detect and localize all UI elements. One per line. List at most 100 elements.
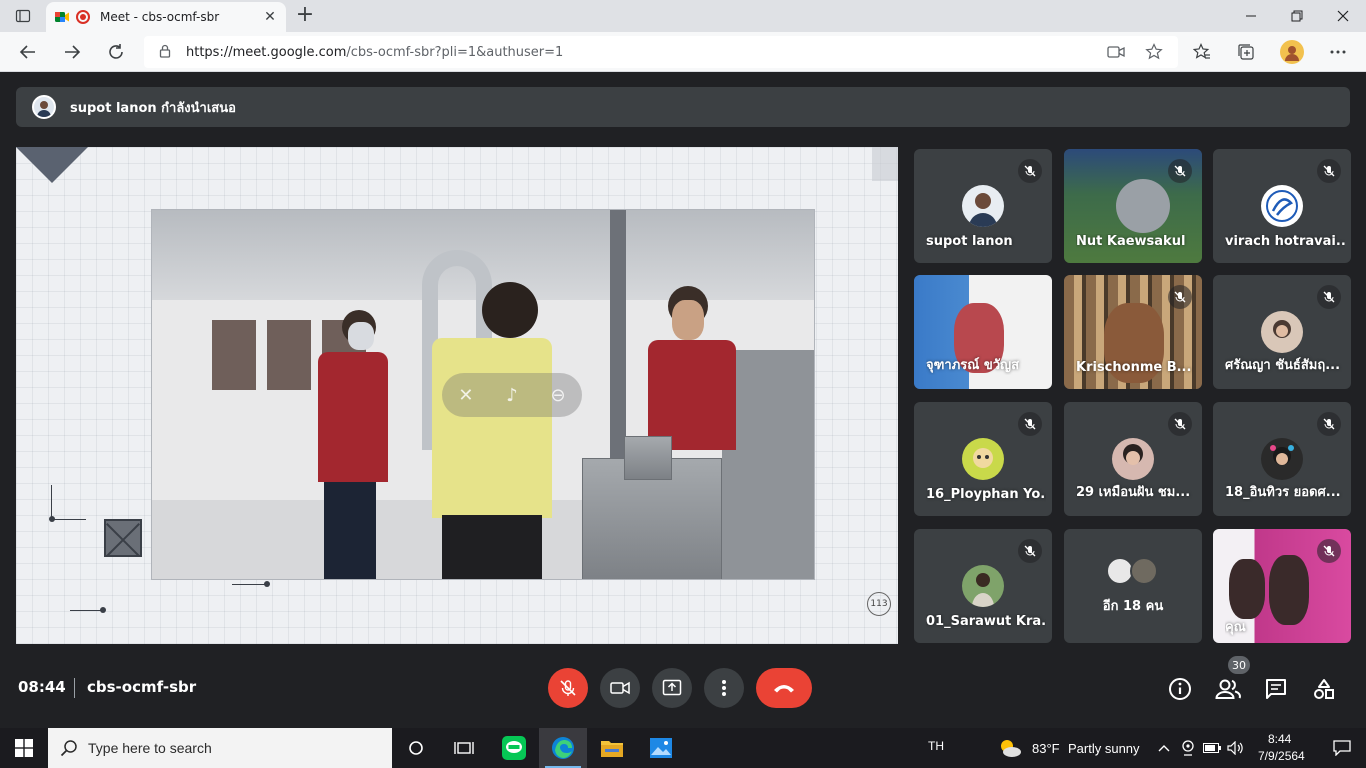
- slide-deco-line: [232, 584, 266, 585]
- meeting-separator: [74, 678, 75, 698]
- windows-logo-icon: [15, 739, 33, 757]
- participant-tile[interactable]: 16_Ployphan Yo...: [914, 402, 1052, 516]
- clock-time[interactable]: 8:44: [1268, 732, 1291, 746]
- camera-toggle-button[interactable]: [600, 668, 640, 708]
- self-name: คุณ: [1225, 620, 1246, 635]
- self-tile[interactable]: คุณ: [1213, 529, 1351, 643]
- refresh-button[interactable]: [102, 38, 130, 66]
- more-options-button[interactable]: [704, 668, 744, 708]
- participant-tile[interactable]: supot lanon: [914, 149, 1052, 263]
- activities-button[interactable]: [1311, 676, 1337, 702]
- taskbar-edge-app[interactable]: [539, 728, 587, 768]
- battery-tray-icon[interactable]: [1200, 728, 1224, 768]
- url-path: /cbs-ocmf-sbr?pli=1&authuser=1: [346, 44, 564, 60]
- cortana-icon: [409, 741, 423, 755]
- volume-icon[interactable]: ♪: [506, 385, 518, 406]
- settings-more-icon[interactable]: [1326, 40, 1350, 64]
- participant-tile[interactable]: ศรัณญา ชันธ์สัมฤ...: [1213, 275, 1351, 389]
- forward-button[interactable]: [58, 38, 86, 66]
- chat-button[interactable]: [1263, 676, 1289, 702]
- camera-in-use-icon[interactable]: [1106, 42, 1126, 62]
- speaker-icon: [1227, 741, 1243, 755]
- mic-off-icon: [1168, 285, 1192, 309]
- webcam-tray-icon[interactable]: [1176, 728, 1200, 768]
- slide-video[interactable]: ✕ ♪ ⊖: [151, 209, 815, 580]
- participants-button[interactable]: [1215, 676, 1241, 702]
- close-window-button[interactable]: [1320, 0, 1366, 32]
- participant-avatar: [962, 185, 1004, 227]
- chevron-up-icon: [1158, 745, 1170, 752]
- taskbar-photos-app[interactable]: [637, 728, 685, 768]
- presenter-avatar: [32, 95, 56, 119]
- weather-widget[interactable]: [988, 728, 1032, 768]
- unpin-icon[interactable]: ✕: [458, 385, 473, 406]
- hang-up-icon: [774, 685, 794, 693]
- restore-button[interactable]: [1274, 0, 1320, 32]
- taskbar-file-explorer[interactable]: [588, 728, 636, 768]
- mic-off-icon: [1018, 159, 1042, 183]
- participant-tile[interactable]: 29 เหมือนฝัน ชม...: [1064, 402, 1202, 516]
- more-participants-avatars: [1106, 557, 1162, 585]
- remove-icon[interactable]: ⊖: [551, 385, 566, 406]
- participant-count-badge: 30: [1228, 656, 1250, 674]
- activities-icon: [1314, 679, 1334, 699]
- participant-name: supot lanon: [926, 234, 1013, 249]
- action-center-button[interactable]: [1318, 728, 1366, 768]
- meeting-details-button[interactable]: [1167, 676, 1193, 702]
- task-view-button[interactable]: [440, 728, 488, 768]
- meeting-time: 08:44: [18, 678, 66, 696]
- back-button[interactable]: [14, 38, 42, 66]
- weather-description[interactable]: Partly sunny: [1068, 741, 1140, 756]
- google-meet-icon: [55, 12, 69, 22]
- cortana-button[interactable]: [392, 728, 440, 768]
- presenter-text: supot lanon กำลังนำเสนอ: [70, 100, 236, 116]
- browser-tab-meet[interactable]: Meet - cbs-ocmf-sbr ✕: [46, 2, 286, 32]
- windows-taskbar: Type here to search TH 83°F Partly sunny…: [0, 728, 1366, 768]
- clock-date[interactable]: 7/9/2564: [1258, 749, 1305, 763]
- mic-off-icon: [1317, 159, 1341, 183]
- url-text[interactable]: https://meet.google.com/cbs-ocmf-sbr?pli…: [186, 45, 563, 60]
- taskbar-search-box[interactable]: Type here to search: [48, 728, 392, 768]
- leave-call-button[interactable]: [756, 668, 812, 708]
- add-favorite-icon[interactable]: [1144, 42, 1164, 62]
- collections-icon[interactable]: [1234, 40, 1258, 64]
- show-hidden-icons-button[interactable]: [1152, 728, 1176, 768]
- slide-corner-decoration: [16, 147, 88, 183]
- self-face: [1229, 559, 1265, 619]
- camera-icon: [610, 681, 630, 695]
- presentation-stage[interactable]: ✕ ♪ ⊖ 113: [16, 147, 898, 644]
- participant-name: Krischonme B...: [1076, 360, 1192, 375]
- taskbar-line-app[interactable]: [490, 728, 538, 768]
- start-button[interactable]: [0, 728, 48, 768]
- volume-tray-icon[interactable]: [1224, 728, 1248, 768]
- tab-close-icon[interactable]: ✕: [262, 9, 278, 25]
- mic-toggle-button[interactable]: [548, 668, 588, 708]
- slide-deco-line: [52, 519, 86, 520]
- task-view-icon: [454, 742, 474, 754]
- participant-name: 29 เหมือนฝัน ชม...: [1076, 485, 1191, 500]
- participant-tile[interactable]: Nut Kaewsakul: [1064, 149, 1202, 263]
- more-vert-icon: [722, 680, 726, 696]
- profile-avatar-icon[interactable]: [1280, 40, 1304, 64]
- more-participants-tile[interactable]: อีก 18 คน: [1064, 529, 1202, 643]
- mic-off-icon: [1168, 159, 1192, 183]
- input-language[interactable]: TH: [928, 739, 944, 753]
- favorites-icon[interactable]: [1190, 40, 1214, 64]
- participant-tile[interactable]: 18_อินทิวร ยอดศ...: [1213, 402, 1351, 516]
- slide-deco-dot: [100, 607, 106, 613]
- tab-actions-icon[interactable]: [8, 4, 38, 28]
- weather-temperature[interactable]: 83°F: [1032, 741, 1060, 756]
- present-now-button[interactable]: [652, 668, 692, 708]
- participant-tile[interactable]: Krischonme B...: [1064, 275, 1202, 389]
- present-screen-icon: [662, 679, 682, 696]
- new-tab-button[interactable]: +: [292, 4, 318, 28]
- lock-icon[interactable]: [158, 43, 172, 62]
- mic-off-icon: [1317, 412, 1341, 436]
- address-bar[interactable]: https://meet.google.com/cbs-ocmf-sbr?pli…: [144, 36, 1178, 68]
- participant-tile[interactable]: จุฑาภรณ์ ขวัญส: [914, 275, 1052, 389]
- participant-tile[interactable]: virach hotravai...: [1213, 149, 1351, 263]
- more-participants-label: อีก 18 คน: [1102, 599, 1164, 614]
- url-host: https://meet.google.com: [186, 44, 347, 60]
- participant-tile[interactable]: 01_Sarawut Kra...: [914, 529, 1052, 643]
- minimize-button[interactable]: [1228, 0, 1274, 32]
